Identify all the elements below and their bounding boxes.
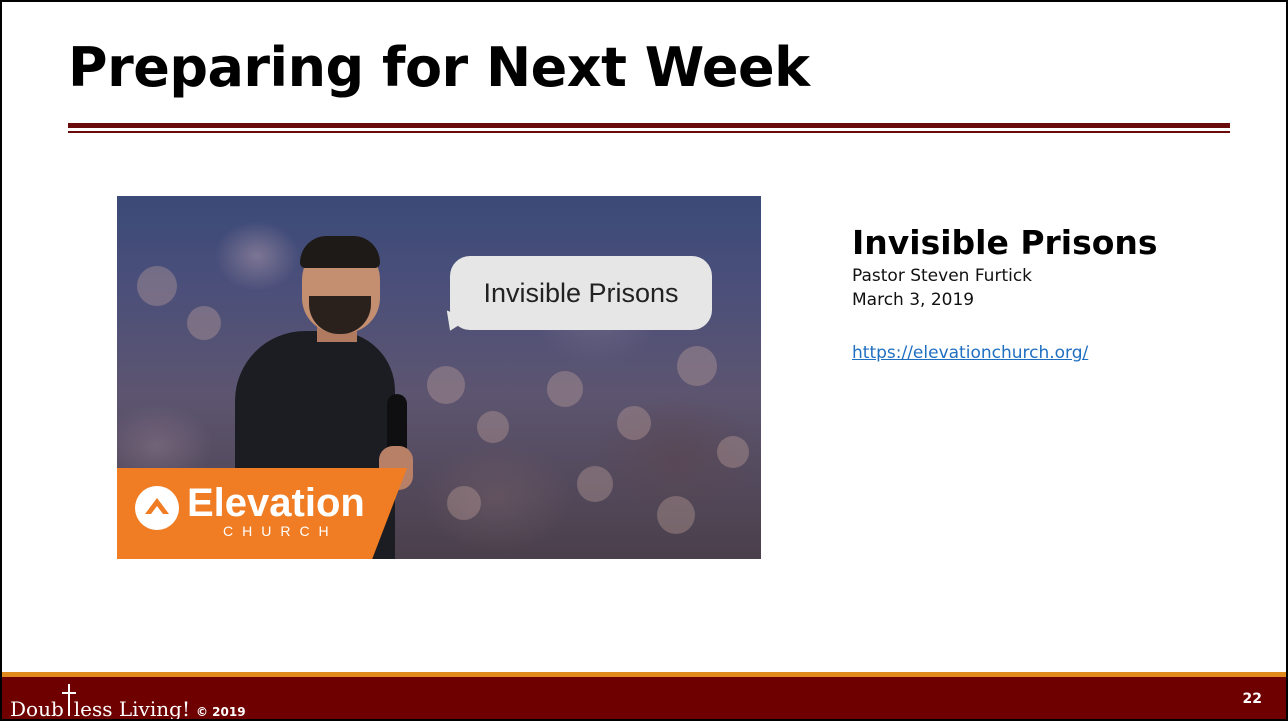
speech-bubble: Invisible Prisons (450, 256, 712, 330)
crowd-blur (137, 266, 177, 306)
title-rule-secondary (68, 131, 1230, 133)
speaker-hair (300, 236, 380, 268)
sermon-thumbnail: Invisible Prisons Elevation CHURCH (117, 196, 761, 559)
brand-subtitle: CHURCH (223, 523, 338, 539)
crowd-blur (617, 406, 651, 440)
brand-name: Elevation (187, 481, 365, 525)
footer-brand-end: less Living! (73, 697, 190, 721)
footer-bar: Doub less Living! © 2019 22 (2, 677, 1286, 721)
cross-icon (61, 684, 76, 719)
footer-brand: Doub less Living! © 2019 (10, 684, 246, 721)
crowd-blur (577, 466, 613, 502)
slide: Preparing for Next Week Invisible Prison… (0, 0, 1288, 721)
sermon-title: Invisible Prisons (852, 223, 1158, 262)
title-rule (68, 123, 1230, 128)
sermon-info: Invisible Prisons Pastor Steven Furtick … (852, 222, 1158, 365)
footer-brand-start: Doub (10, 697, 64, 721)
crowd-blur (547, 371, 583, 407)
church-website-link[interactable]: https://elevationchurch.org/ (852, 341, 1088, 365)
slide-title: Preparing for Next Week (68, 36, 810, 99)
chevron-up-icon (135, 486, 179, 530)
crowd-blur (717, 436, 749, 468)
crowd-blur (657, 496, 695, 534)
page-number: 22 (1242, 691, 1262, 707)
crowd-blur (447, 486, 481, 520)
footer-copyright: © 2019 (195, 705, 246, 719)
crowd-blur (187, 306, 221, 340)
crowd-blur (477, 411, 509, 443)
crowd-blur (677, 346, 717, 386)
crowd-blur (427, 366, 465, 404)
sermon-speaker: Pastor Steven Furtick (852, 266, 1033, 286)
sermon-date: March 3, 2019 (852, 290, 975, 310)
